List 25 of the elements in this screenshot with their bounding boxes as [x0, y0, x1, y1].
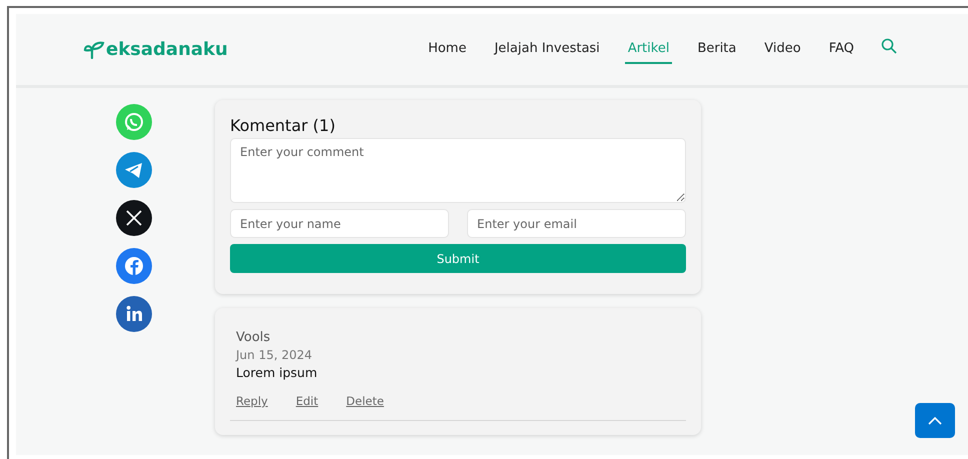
nav-link[interactable]: Home [425, 35, 470, 64]
facebook-icon[interactable] [116, 248, 152, 284]
x-logo-icon[interactable] [116, 200, 152, 236]
comment-action-link[interactable]: Edit [296, 394, 318, 408]
nav-link[interactable]: FAQ [826, 35, 857, 64]
comment-field[interactable]: Enter your comment [230, 138, 686, 203]
comment-text: Lorem ipsum [236, 365, 318, 380]
email-field[interactable]: Enter your email [467, 209, 686, 238]
comment-action-link[interactable]: Reply [236, 394, 268, 408]
submit-button[interactable]: Submit [230, 244, 686, 273]
search-icon[interactable] [881, 38, 897, 54]
telegram-icon[interactable] [116, 152, 152, 188]
nav-link[interactable]: Berita [694, 35, 740, 64]
nav-link[interactable]: Video [761, 35, 804, 64]
logo[interactable]: eksadanaku [83, 40, 228, 58]
name-field[interactable]: Enter your name [230, 209, 449, 238]
chevron-up-icon [928, 416, 942, 424]
nav-link[interactable]: Jelajah Investasi [491, 35, 603, 64]
comment-date: Jun 15, 2024 [236, 348, 314, 362]
section-title: Komentar (1) [230, 116, 336, 135]
linkedin-icon[interactable] [116, 296, 152, 332]
nav-link[interactable]: Artikel [624, 35, 672, 64]
comment-author: Vools [236, 330, 272, 345]
comment-action-link[interactable]: Delete [346, 394, 384, 408]
scroll-to-top-button[interactable] [915, 403, 955, 438]
